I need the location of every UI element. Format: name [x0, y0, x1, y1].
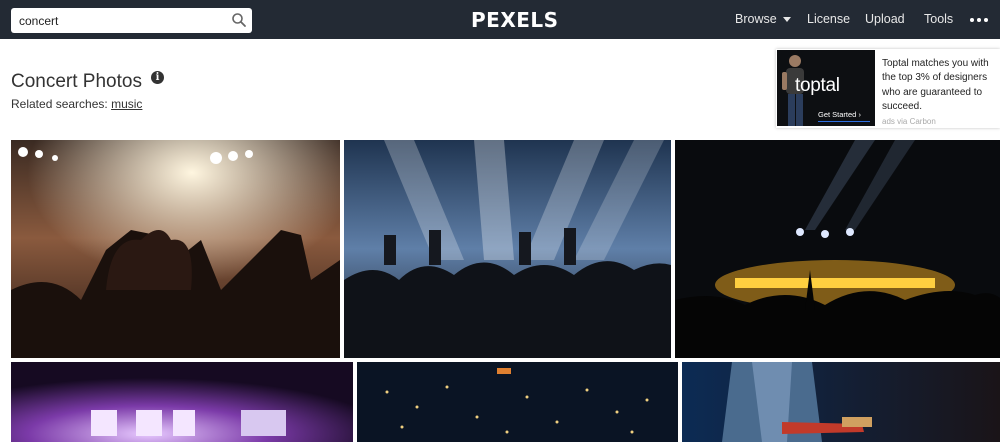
search-box — [11, 8, 252, 33]
pexels-logo[interactable]: PEXELS — [471, 9, 559, 31]
carbon-ad: toptal Get Started › Toptal matches you … — [776, 49, 1000, 128]
nav-browse-label: Browse — [735, 12, 777, 26]
nav-browse[interactable]: Browse — [735, 0, 791, 39]
ad-cta-underline — [818, 121, 870, 122]
photo-purple-stage-screens[interactable] — [11, 362, 353, 442]
phone-lights-crowd-image — [357, 362, 678, 442]
ad-brand-logo: toptal — [795, 75, 840, 96]
info-icon[interactable]: i — [151, 71, 164, 84]
ad-via-label[interactable]: ads via Carbon — [882, 117, 936, 126]
ad-image[interactable]: toptal Get Started › — [777, 50, 875, 126]
photo-yellow-stage-lights[interactable] — [675, 140, 1000, 358]
ad-text[interactable]: Toptal matches you with the top 3% of de… — [882, 57, 997, 114]
search-input[interactable] — [11, 8, 226, 33]
search-icon[interactable] — [231, 12, 247, 28]
photo-band-on-stage[interactable] — [344, 140, 671, 358]
photo-phone-lights-crowd[interactable] — [357, 362, 678, 442]
purple-stage-screens-image — [11, 362, 353, 442]
related-searches: Related searches: music — [11, 97, 142, 111]
crowd-heart-hands-image — [11, 140, 340, 358]
chevron-down-icon — [782, 17, 791, 23]
pexels-page: PEXELS Browse License Upload Tools Conce… — [0, 0, 1000, 442]
photo-crowd-heart-hands[interactable] — [11, 140, 340, 358]
yellow-stage-lights-image — [675, 140, 1000, 358]
nav-tools[interactable]: Tools — [924, 0, 953, 39]
nav-license[interactable]: License — [807, 0, 850, 39]
nav-upload[interactable]: Upload — [865, 0, 905, 39]
guitarist-closeup-image — [682, 362, 1000, 442]
band-on-stage-image — [344, 140, 671, 358]
related-searches-label: Related searches: — [11, 97, 108, 111]
ad-cta-label: Get Started › — [818, 110, 861, 119]
page-title: Concert Photos — [11, 71, 142, 92]
related-search-link-music[interactable]: music — [111, 97, 142, 111]
photo-guitarist-closeup[interactable] — [682, 362, 1000, 442]
ellipsis-icon[interactable] — [970, 18, 988, 22]
top-navigation-bar: PEXELS Browse License Upload Tools — [0, 0, 1000, 39]
